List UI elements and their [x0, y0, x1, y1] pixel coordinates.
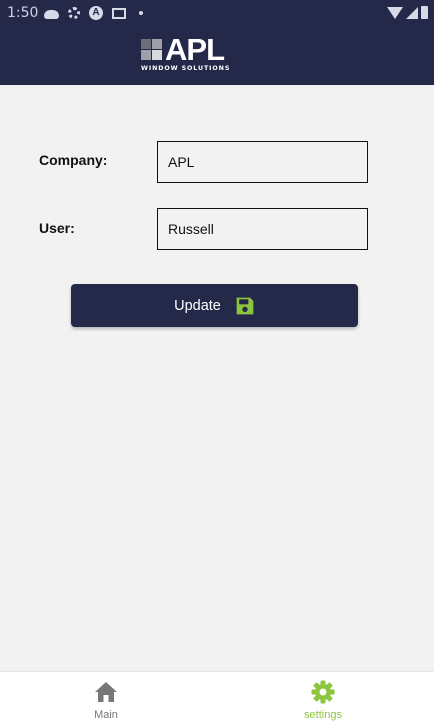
signal-icon: [406, 6, 418, 19]
apl-logo: APL WINDOW SOLUTIONS: [141, 32, 242, 75]
settings-screen: 1:50 A APL WINDOW SOLUTIONS Company: APL…: [0, 0, 434, 722]
wifi-icon: [387, 6, 403, 19]
settings-form: Company: User: Update: [0, 85, 434, 671]
battery-icon: [421, 6, 428, 19]
update-button[interactable]: Update: [71, 284, 358, 327]
nav-item-settings[interactable]: settings: [263, 672, 383, 722]
mail-icon: [112, 8, 126, 19]
logo-text: APL: [165, 32, 225, 67]
a-icon: A: [89, 6, 103, 20]
gear-icon: [311, 680, 335, 704]
dot-icon: [139, 11, 143, 15]
status-time: 1:50: [7, 5, 39, 21]
nav-label-main: Main: [94, 709, 118, 721]
logo-mark-icon: [141, 39, 163, 61]
logo-subtitle: WINDOW SOLUTIONS: [141, 65, 231, 72]
user-field[interactable]: [157, 208, 368, 250]
gear-icon: [68, 7, 80, 19]
nav-item-main[interactable]: Main: [46, 672, 166, 722]
bottom-navigation: Main settings: [0, 671, 434, 722]
status-bar: 1:50 A: [0, 0, 434, 28]
update-button-label: Update: [174, 297, 221, 314]
user-label: User:: [39, 220, 75, 236]
app-header: APL WINDOW SOLUTIONS: [0, 28, 434, 85]
home-icon: [95, 682, 117, 702]
cloud-icon: [44, 9, 59, 19]
save-icon: [236, 297, 254, 314]
company-label: Company:: [39, 152, 108, 168]
status-system-icons: [387, 6, 428, 19]
status-notification-icons: A: [44, 6, 143, 20]
nav-label-settings: settings: [304, 709, 342, 721]
company-field[interactable]: [157, 141, 368, 183]
